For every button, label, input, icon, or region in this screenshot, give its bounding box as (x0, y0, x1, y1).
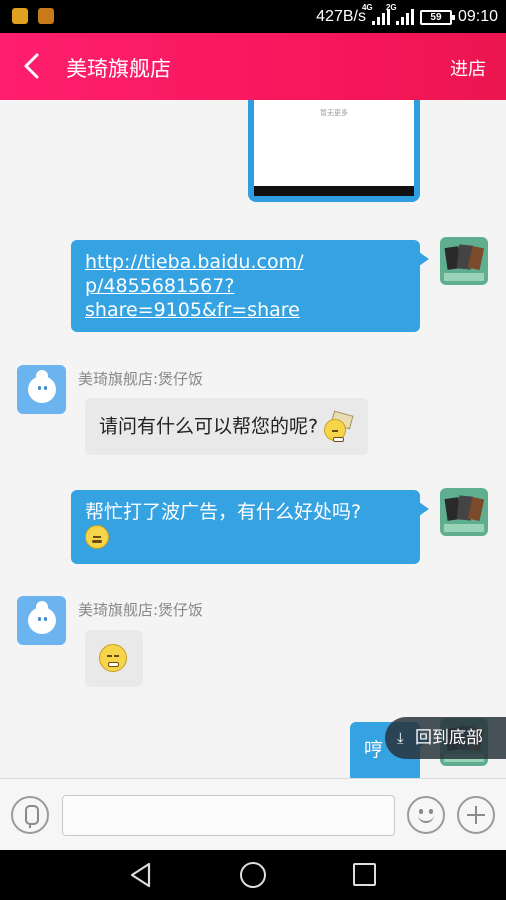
system-nav-bar (0, 850, 506, 900)
sender-name: 美琦旗舰店:煲仔饭 (78, 370, 204, 388)
message-link-line[interactable]: http://tieba.baidu.com/ (85, 250, 406, 274)
back-arrow-icon[interactable] (18, 51, 48, 81)
tissue-smile-emoji-icon (324, 410, 354, 442)
app-notification-icon (38, 8, 54, 24)
message-bubble-outgoing[interactable]: http://tieba.baidu.com/ p/4855681567? sh… (71, 240, 429, 332)
emoji-picker-icon[interactable] (407, 796, 445, 834)
app-notification-icon (12, 8, 28, 24)
message-bubble-incoming[interactable]: 请问有什么可以帮您的呢? (85, 398, 369, 455)
battery-level: 59 (430, 11, 442, 23)
message-bubble-outgoing[interactable]: 帮忙打了波广告，有什么好处吗? (71, 490, 429, 564)
voice-input-icon[interactable] (11, 796, 49, 834)
message-input[interactable] (62, 795, 395, 836)
signal-icon: 2G (386, 3, 414, 25)
chat-header: 美琦旗舰店 进店 (0, 33, 506, 100)
network-type-label: 4G (361, 3, 373, 12)
shared-screenshot-image[interactable]: 暂无更多 (248, 100, 420, 202)
scroll-to-bottom-button[interactable]: ⤓ 回到底部 (385, 717, 506, 759)
message-text: 哼 (364, 739, 384, 761)
user-avatar[interactable] (440, 237, 488, 285)
message-text: 帮忙打了波广告，有什么好处吗? (85, 501, 362, 523)
sender-name: 美琦旗舰店:煲仔饭 (78, 601, 204, 619)
network-type-label: 2G (385, 3, 397, 12)
network-speed: 427B/s (316, 8, 366, 25)
enter-store-button[interactable]: 进店 (450, 55, 486, 81)
nav-back-icon[interactable] (128, 862, 154, 888)
status-bar: 427B/s 4G 2G 59 09:10 (0, 0, 506, 33)
message-link-line[interactable]: share=9105&fr=share (85, 298, 406, 322)
message-link-line[interactable]: p/4855681567? (85, 274, 406, 298)
battery-icon: 59 (419, 9, 455, 25)
scroll-to-bottom-label: 回到底部 (415, 728, 483, 748)
laugh-sweat-emoji-icon (99, 644, 127, 672)
message-bubble-incoming[interactable] (85, 630, 143, 687)
page-title: 美琦旗舰店 (66, 57, 171, 81)
more-options-plus-icon[interactable] (457, 796, 495, 834)
user-avatar[interactable] (440, 488, 488, 536)
message-list[interactable]: 暂无更多 http://tieba.baidu.com/ p/485568156… (0, 100, 506, 778)
nav-home-icon[interactable] (240, 862, 266, 888)
input-bar (0, 778, 506, 850)
message-text: 请问有什么可以帮您的呢? (99, 415, 319, 438)
store-avatar[interactable] (17, 365, 66, 414)
store-avatar[interactable] (17, 596, 66, 645)
clock: 09:10 (457, 8, 498, 25)
screenshot-nav-bar (254, 186, 414, 196)
sly-smile-emoji-icon (85, 524, 109, 549)
down-arrow-icon: ⤓ (397, 729, 404, 747)
nav-recent-apps-icon[interactable] (353, 863, 376, 886)
screenshot-caption: 暂无更多 (320, 109, 348, 117)
